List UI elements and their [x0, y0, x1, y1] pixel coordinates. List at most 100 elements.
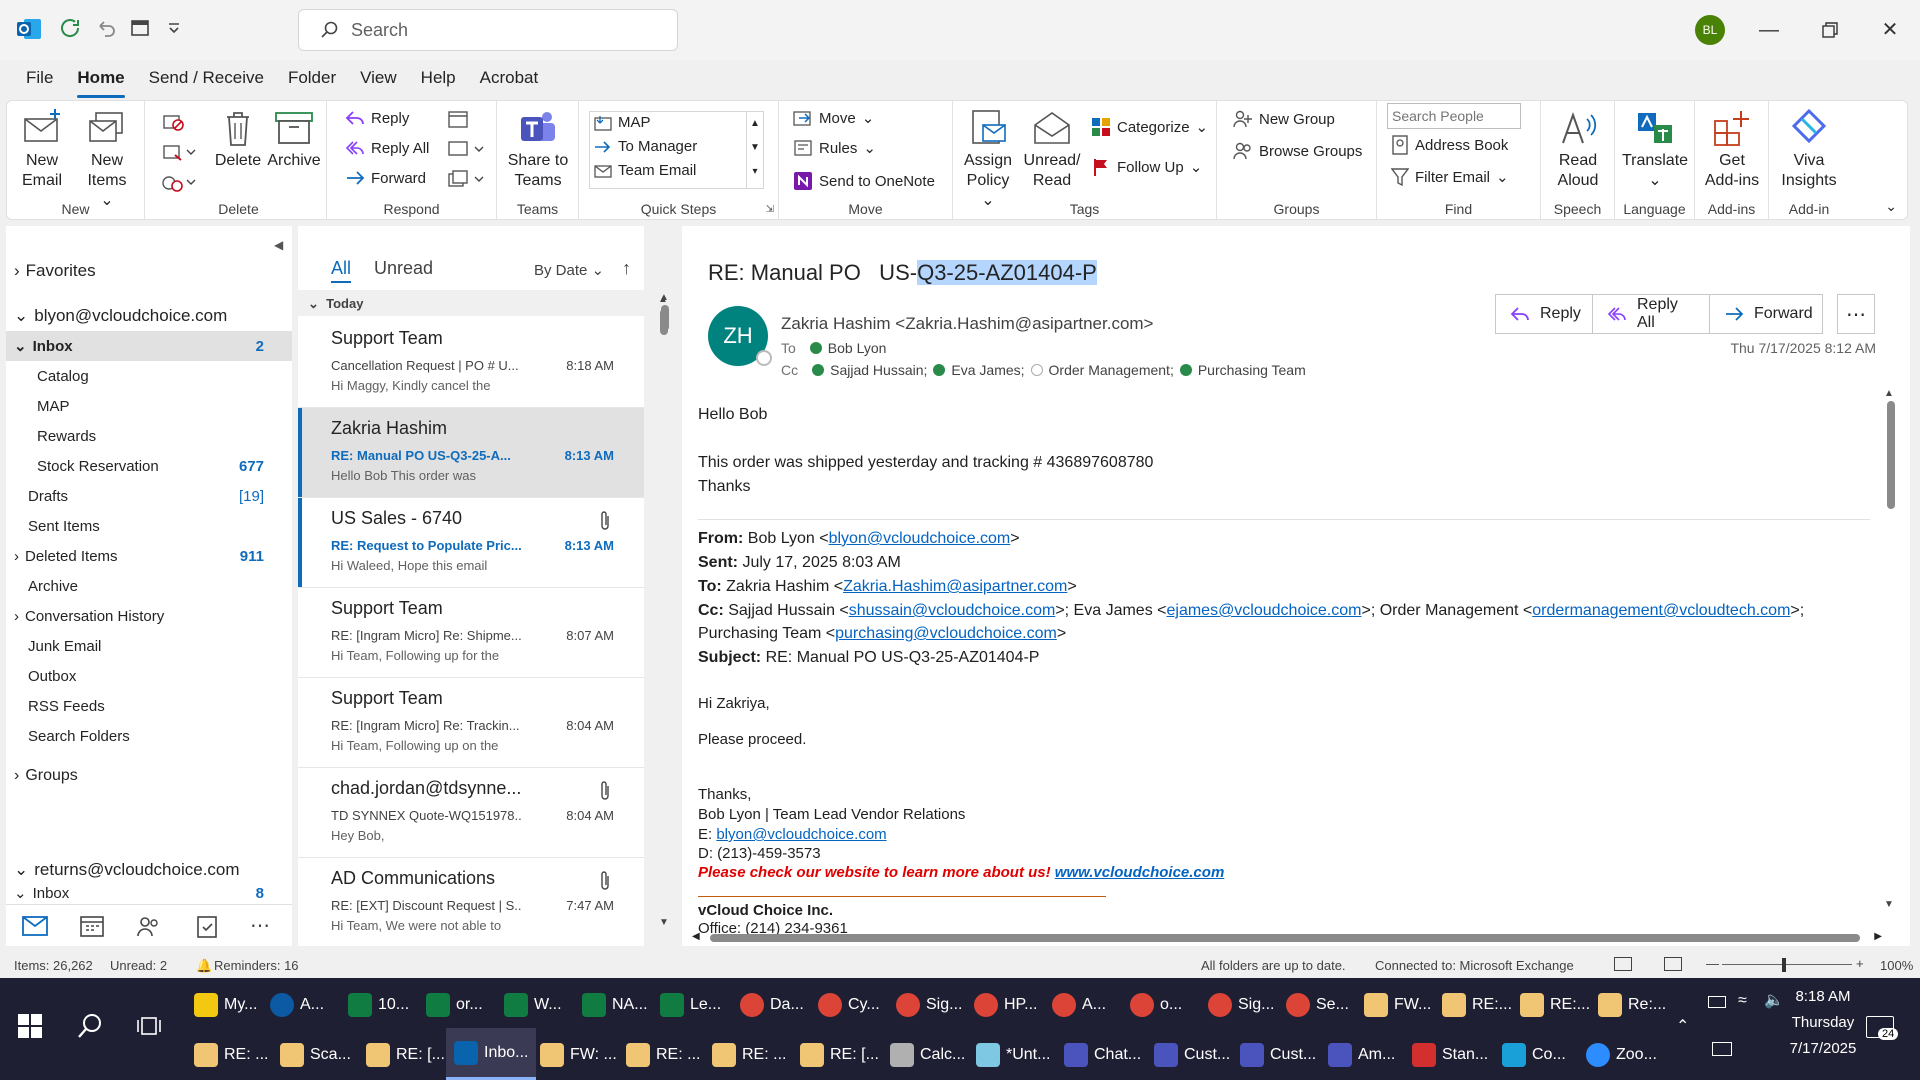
account2-header[interactable]: ⌄ returns@vcloudchoice.com [6, 855, 292, 885]
taskbar-app[interactable]: W... [504, 982, 562, 1028]
scroll-thumb[interactable] [661, 305, 669, 331]
taskbar-app-active[interactable]: Inbo... [446, 1028, 537, 1080]
reply-all-button[interactable]: Reply All [345, 139, 429, 157]
status-reminders[interactable]: Reminders: 16 [214, 958, 299, 973]
forward-button[interactable]: Forward [345, 169, 426, 187]
taskbar-app[interactable]: HP... [974, 982, 1038, 1028]
restore-icon[interactable] [1818, 18, 1842, 42]
taskbar-app[interactable]: 10... [348, 982, 409, 1028]
taskbar-app[interactable]: Cy... [818, 982, 880, 1028]
list-item[interactable]: US Sales - 6740 RE: Request to Populate … [298, 498, 644, 588]
sort-direction-icon[interactable]: ↑ [622, 258, 631, 279]
network-icon[interactable]: ≈ [1738, 992, 1747, 1010]
scroll-left-icon[interactable]: ◀ [692, 931, 700, 942]
follow-up-button[interactable]: Follow Up ⌄ [1091, 157, 1202, 177]
scroll-right-icon[interactable]: ▶ [1874, 931, 1882, 942]
group-header-today[interactable]: ⌄ Today [298, 290, 644, 316]
cc-recipient[interactable]: Sajjad Hussain; [830, 362, 927, 378]
reply-button[interactable]: Reply [1495, 294, 1593, 334]
folder-drafts[interactable]: Drafts [19] [6, 481, 292, 511]
more-actions-icon[interactable]: ⋯ [1837, 294, 1875, 334]
scroll-down-icon[interactable]: ▼ [659, 917, 673, 928]
taskbar-app[interactable]: Cust... [1154, 1032, 1230, 1078]
send-onenote-button[interactable]: Send to OneNote [793, 171, 935, 191]
clock[interactable]: 8:18 AM Thursday 7/17/2025 [1768, 984, 1878, 1062]
customize-qat-icon[interactable] [166, 20, 182, 36]
folder-sent-items[interactable]: Sent Items [6, 511, 292, 541]
menu-send-receive[interactable]: Send / Receive [149, 68, 264, 92]
mail-nav-icon[interactable] [22, 915, 48, 937]
move-button[interactable]: Move ⌄ [793, 109, 874, 127]
window-icon[interactable] [130, 18, 150, 38]
zoom-thumb[interactable] [1782, 958, 1786, 972]
rules-button[interactable]: Rules ⌄ [793, 139, 876, 157]
horizontal-scrollbar[interactable]: ◀ ▶ [692, 931, 1882, 945]
dialog-launcher-icon[interactable]: ⇲ [766, 204, 774, 215]
new-items-button[interactable]: New Items ⌄ [79, 107, 135, 211]
folder-stock-reservation[interactable]: Stock Reservation 677 [6, 451, 292, 481]
folder-rewards[interactable]: Rewards [6, 421, 292, 451]
taskbar-app[interactable]: Sig... [896, 982, 962, 1028]
email-link[interactable]: blyon@vcloudchoice.com [716, 826, 886, 843]
folder-archive[interactable]: Archive [6, 571, 292, 601]
list-item[interactable]: Support Team RE: [Ingram Micro] Re: Trac… [298, 678, 644, 768]
folder-catalog[interactable]: Catalog [6, 361, 292, 391]
cc-recipient[interactable]: Purchasing Team [1198, 362, 1306, 378]
taskbar-app[interactable]: RE: [... [366, 1032, 445, 1078]
chevron-up-icon[interactable]: ⌃ [1676, 1016, 1689, 1036]
reading-view-icon[interactable] [1664, 957, 1682, 971]
display-icon[interactable] [1712, 1042, 1732, 1056]
email-link[interactable]: blyon@vcloudchoice.com [829, 530, 1011, 547]
menu-file[interactable]: File [26, 68, 53, 92]
reply-all-button[interactable]: Reply All [1592, 294, 1710, 334]
folder-deleted-items[interactable]: › Deleted Items 911 [6, 541, 292, 571]
taskbar-app[interactable]: Chat... [1064, 1032, 1141, 1078]
quickstep-team-email[interactable]: Team Email [594, 162, 696, 179]
groups-header[interactable]: › Groups [6, 761, 292, 791]
taskbar-app[interactable]: o... [1130, 982, 1182, 1028]
menu-help[interactable]: Help [421, 68, 456, 92]
filter-email-button[interactable]: Filter Email ⌄ [1391, 167, 1509, 187]
taskbar-app[interactable]: FW: ... [540, 1032, 617, 1078]
collapse-pane-icon[interactable]: ◀ [274, 238, 283, 252]
search-box[interactable]: Search [298, 9, 678, 51]
scroll-down-icon[interactable]: ▼ [1884, 899, 1900, 910]
folder-search-folders[interactable]: Search Folders [6, 721, 292, 751]
taskbar-app[interactable]: RE:... [1520, 982, 1590, 1028]
zoom-out-icon[interactable]: — [1706, 956, 1719, 971]
battery-icon[interactable] [1708, 996, 1726, 1008]
scroll-thumb[interactable] [710, 934, 1860, 942]
ignore-icon[interactable] [161, 111, 185, 133]
taskbar-app[interactable]: or... [426, 982, 483, 1028]
taskbar-app[interactable]: My... [194, 982, 257, 1028]
menu-folder[interactable]: Folder [288, 68, 336, 92]
taskbar-app[interactable]: Cust... [1240, 1032, 1316, 1078]
archive-button[interactable]: Archive [265, 107, 323, 171]
sender-name[interactable]: Zakria Hashim <Zakria.Hashim@asipartner.… [781, 314, 1154, 334]
menu-home[interactable]: Home [77, 68, 125, 98]
menu-acrobat[interactable]: Acrobat [480, 68, 539, 92]
cc-recipient[interactable]: Eva James; [951, 362, 1024, 378]
taskbar-app[interactable]: Le... [660, 982, 721, 1028]
viva-insights-button[interactable]: Viva Insights [1777, 107, 1841, 191]
email-link[interactable]: purchasing@vcloudchoice.com [835, 625, 1057, 642]
ribbon-collapse-icon[interactable]: ⌄ [1885, 198, 1897, 215]
tab-all[interactable]: All [331, 258, 352, 283]
more-nav-icon[interactable]: ⋯ [250, 913, 270, 938]
taskbar-app[interactable]: Se... [1286, 982, 1349, 1028]
sync-icon[interactable] [58, 16, 82, 40]
taskbar-app[interactable]: RE:... [1442, 982, 1512, 1028]
taskbar-app[interactable]: NA... [582, 982, 648, 1028]
new-group-button[interactable]: New Group [1233, 109, 1335, 129]
meeting-icon[interactable] [447, 109, 469, 129]
new-email-button[interactable]: New Email [17, 107, 67, 191]
list-item[interactable]: chad.jordan@tdsynne... TD SYNNEX Quote-W… [298, 768, 644, 858]
assign-policy-button[interactable]: Assign Policy ⌄ [959, 107, 1017, 211]
more-respond-icon[interactable] [447, 169, 487, 189]
tasks-nav-icon[interactable] [196, 914, 218, 938]
taskbar-app[interactable]: RE: [... [800, 1032, 879, 1078]
share-to-teams-button[interactable]: Share to Teams [503, 107, 573, 191]
scroll-up-icon[interactable]: ▲ [659, 292, 673, 303]
list-item[interactable]: AD Communications RE: [EXT] Discount Req… [298, 858, 644, 946]
list-item[interactable]: Zakria Hashim RE: Manual PO US-Q3-25-A..… [298, 408, 644, 498]
